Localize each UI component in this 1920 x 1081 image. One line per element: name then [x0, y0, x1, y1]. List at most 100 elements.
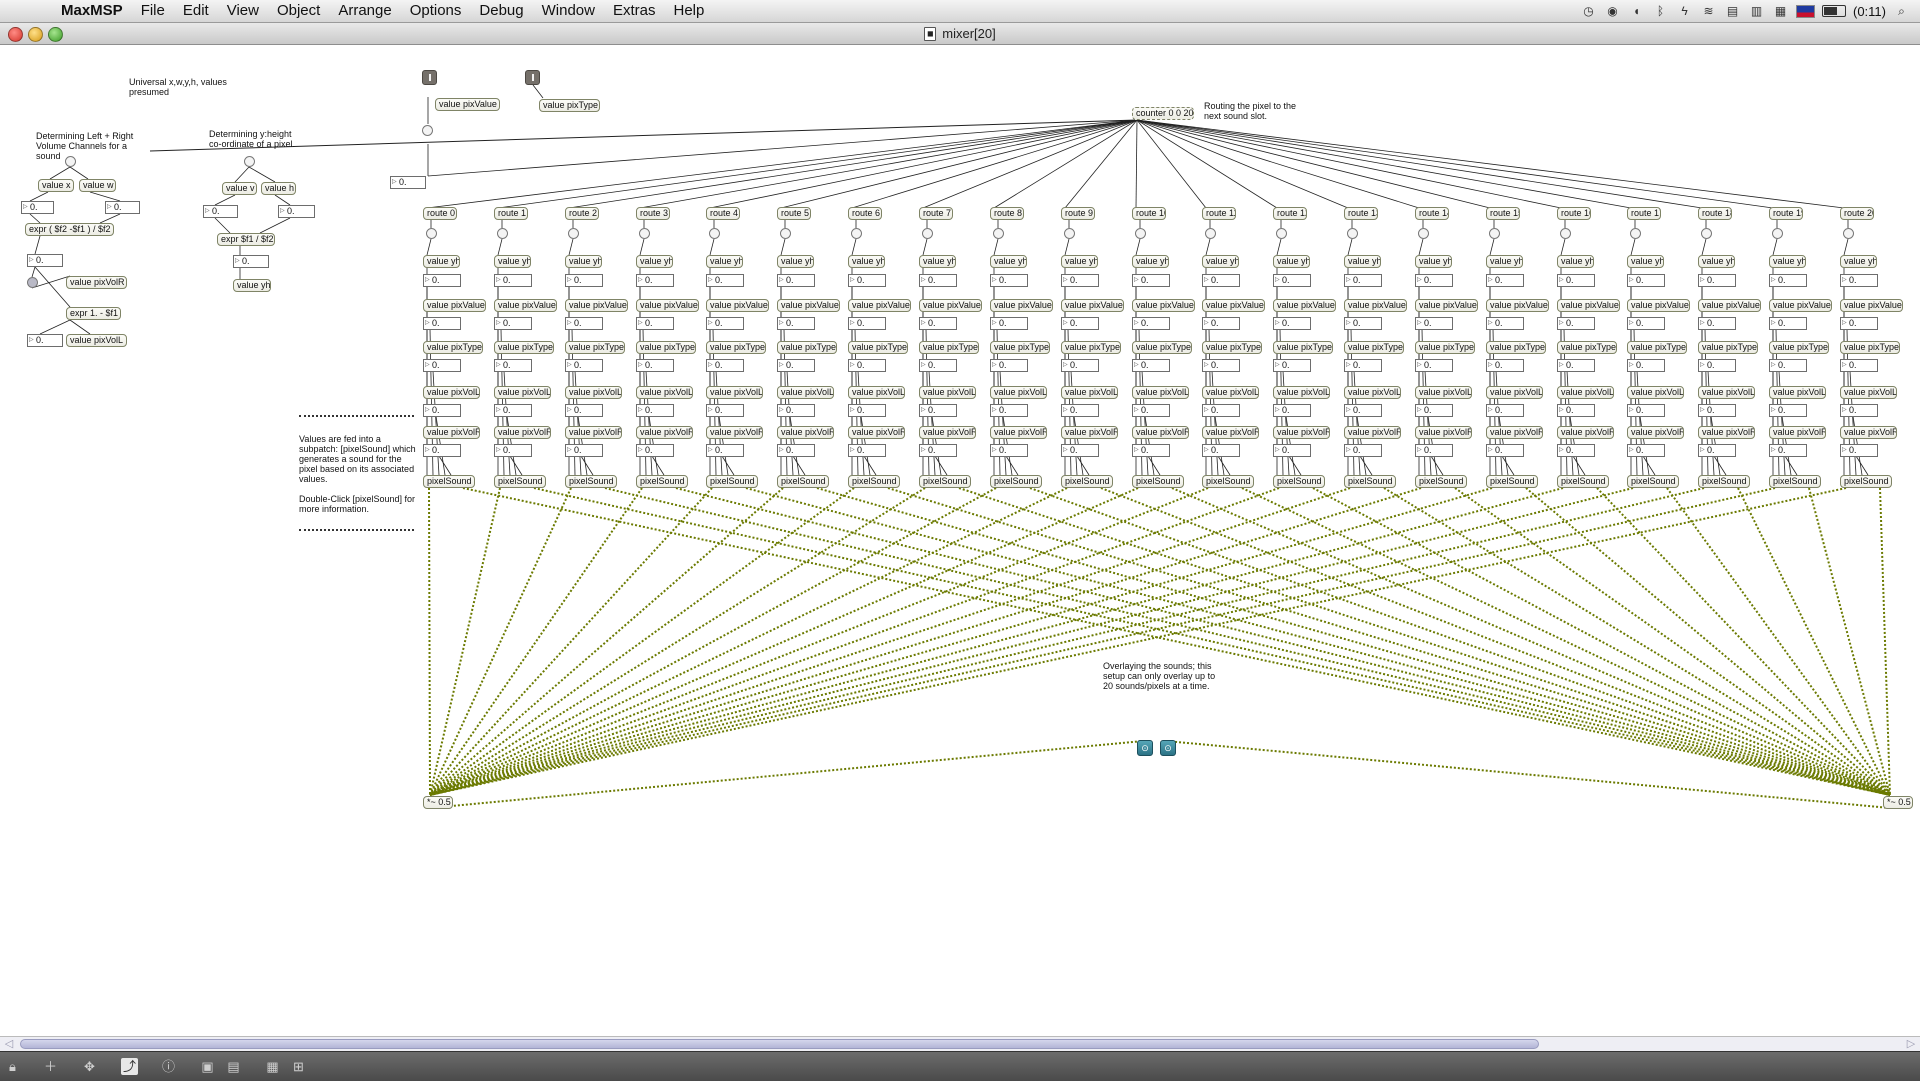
num-pixtype-1[interactable]: 0.: [494, 359, 532, 372]
num-pixvolr-10[interactable]: 0.: [1132, 444, 1170, 457]
value-pixtype-15[interactable]: value pixType: [1486, 341, 1546, 354]
bang-button-12[interactable]: [1276, 228, 1287, 239]
pixelsound-3[interactable]: pixelSound: [636, 475, 688, 488]
route-5[interactable]: route 5: [777, 207, 811, 220]
pixelsound-7[interactable]: pixelSound: [919, 475, 971, 488]
num-yh-2[interactable]: 0.: [565, 274, 603, 287]
num-pixvolr-18[interactable]: 0.: [1698, 444, 1736, 457]
value-pixtype-5[interactable]: value pixType: [777, 341, 837, 354]
pixelsound-8[interactable]: pixelSound: [990, 475, 1042, 488]
value-pixvoll-6[interactable]: value pixVolL: [848, 386, 905, 399]
num-pixvoll-4[interactable]: 0.: [706, 404, 744, 417]
value-pixvalue-0[interactable]: value pixValue: [423, 299, 486, 312]
value-pixvolr-3[interactable]: value pixVolR: [636, 426, 693, 439]
value-pixtype-13[interactable]: value pixType: [1344, 341, 1404, 354]
route-8[interactable]: route 8: [990, 207, 1024, 220]
route-11[interactable]: route 11: [1202, 207, 1236, 220]
num-pixvalue-11[interactable]: 0.: [1202, 317, 1240, 330]
value-pixvoll-17[interactable]: value pixVolL: [1627, 386, 1684, 399]
number-box-yh[interactable]: 0.: [233, 255, 269, 268]
menu-edit[interactable]: Edit: [174, 0, 218, 22]
value-pixvalue-5[interactable]: value pixValue: [777, 299, 840, 312]
value-pixvoll-11[interactable]: value pixVolL: [1202, 386, 1259, 399]
value-yh-20[interactable]: value yh: [1840, 255, 1877, 268]
pixelsound-18[interactable]: pixelSound: [1698, 475, 1750, 488]
num-yh-8[interactable]: 0.: [990, 274, 1028, 287]
bang-button-14[interactable]: [1418, 228, 1429, 239]
value-yh-8[interactable]: value yh: [990, 255, 1027, 268]
num-pixtype-19[interactable]: 0.: [1769, 359, 1807, 372]
bang-button-17[interactable]: [1630, 228, 1641, 239]
network-monitor-icon[interactable]: ▦: [1772, 4, 1789, 18]
value-pixvoll-0[interactable]: value pixVolL: [423, 386, 480, 399]
value-pixvalue-12[interactable]: value pixValue: [1273, 299, 1336, 312]
fullscreen-icon[interactable]: ▤: [225, 1058, 242, 1075]
value-pixvoll-18[interactable]: value pixVolL: [1698, 386, 1755, 399]
num-pixvalue-1[interactable]: 0.: [494, 317, 532, 330]
num-pixvolr-17[interactable]: 0.: [1627, 444, 1665, 457]
value-pixvolr-4[interactable]: value pixVolR: [706, 426, 763, 439]
value-pixtype-8[interactable]: value pixType: [990, 341, 1050, 354]
pixelsound-4[interactable]: pixelSound: [706, 475, 758, 488]
number-box-x[interactable]: 0.: [21, 201, 54, 214]
value-pixvolr-1[interactable]: value pixVolR: [494, 426, 551, 439]
num-pixtype-2[interactable]: 0.: [565, 359, 603, 372]
wifi-icon[interactable]: ≋: [1700, 4, 1717, 18]
pixelsound-11[interactable]: pixelSound: [1202, 475, 1254, 488]
bang-button-13[interactable]: [1347, 228, 1358, 239]
num-yh-4[interactable]: 0.: [706, 274, 744, 287]
bang-button-9[interactable]: [1064, 228, 1075, 239]
value-pixvolr-12[interactable]: value pixVolR: [1273, 426, 1330, 439]
pixelsound-14[interactable]: pixelSound: [1415, 475, 1467, 488]
value-pixvolr-17[interactable]: value pixVolR: [1627, 426, 1684, 439]
num-pixvolr-20[interactable]: 0.: [1840, 444, 1878, 457]
num-pixtype-9[interactable]: 0.: [1061, 359, 1099, 372]
num-pixvoll-8[interactable]: 0.: [990, 404, 1028, 417]
value-yh-11[interactable]: value yh: [1202, 255, 1239, 268]
route-14[interactable]: route 14: [1415, 207, 1449, 220]
bang-button-yh[interactable]: [244, 156, 255, 167]
num-pixtype-0[interactable]: 0.: [423, 359, 461, 372]
patcher-canvas[interactable]: Universal x,w,y,h, values presumed Deter…: [0, 45, 1920, 1036]
num-pixtype-11[interactable]: 0.: [1202, 359, 1240, 372]
value-pixtype-object[interactable]: value pixType: [539, 99, 600, 112]
expr-yh-object[interactable]: expr $f1 / $f2: [217, 233, 275, 246]
num-pixvoll-20[interactable]: 0.: [1840, 404, 1878, 417]
value-pixvalue-19[interactable]: value pixValue: [1769, 299, 1832, 312]
bang-button-16[interactable]: [1560, 228, 1571, 239]
value-pixvalue-1[interactable]: value pixValue: [494, 299, 557, 312]
value-pixvolr-19[interactable]: value pixVolR: [1769, 426, 1826, 439]
battery-icon[interactable]: [1822, 5, 1846, 17]
scroll-right-arrow-icon[interactable]: ▷: [1904, 1037, 1918, 1051]
value-pixvalue-11[interactable]: value pixValue: [1202, 299, 1265, 312]
pixelsound-10[interactable]: pixelSound: [1132, 475, 1184, 488]
value-pixvolr-11[interactable]: value pixVolR: [1202, 426, 1259, 439]
num-yh-16[interactable]: 0.: [1557, 274, 1595, 287]
pixelsound-2[interactable]: pixelSound: [565, 475, 617, 488]
num-pixvoll-3[interactable]: 0.: [636, 404, 674, 417]
bang-button-5[interactable]: [780, 228, 791, 239]
route-3[interactable]: route 3: [636, 207, 670, 220]
bang-button-19[interactable]: [1772, 228, 1783, 239]
route-0[interactable]: route 0: [423, 207, 457, 220]
num-yh-12[interactable]: 0.: [1273, 274, 1311, 287]
value-pixtype-0[interactable]: value pixType: [423, 341, 483, 354]
num-yh-13[interactable]: 0.: [1344, 274, 1382, 287]
value-pixvolr-18[interactable]: value pixVolR: [1698, 426, 1755, 439]
value-pixvalue-15[interactable]: value pixValue: [1486, 299, 1549, 312]
scrollbar-thumb[interactable]: [20, 1039, 1539, 1049]
num-pixtype-3[interactable]: 0.: [636, 359, 674, 372]
value-yh-10[interactable]: value yh: [1132, 255, 1169, 268]
value-yh-5[interactable]: value yh: [777, 255, 814, 268]
counter-number-box[interactable]: 0.: [390, 176, 426, 189]
value-v-object[interactable]: value v: [222, 182, 257, 195]
snap-icon[interactable]: ⊞: [290, 1058, 307, 1075]
num-pixvalue-14[interactable]: 0.: [1415, 317, 1453, 330]
menu-view[interactable]: View: [218, 0, 268, 22]
value-pixvolr-0[interactable]: value pixVolR: [423, 426, 480, 439]
num-pixtype-8[interactable]: 0.: [990, 359, 1028, 372]
value-pixvoll-7[interactable]: value pixVolL: [919, 386, 976, 399]
bang-button-20[interactable]: [1843, 228, 1854, 239]
route-9[interactable]: route 9: [1061, 207, 1095, 220]
new-object-icon[interactable]: ＋: [42, 1058, 59, 1075]
